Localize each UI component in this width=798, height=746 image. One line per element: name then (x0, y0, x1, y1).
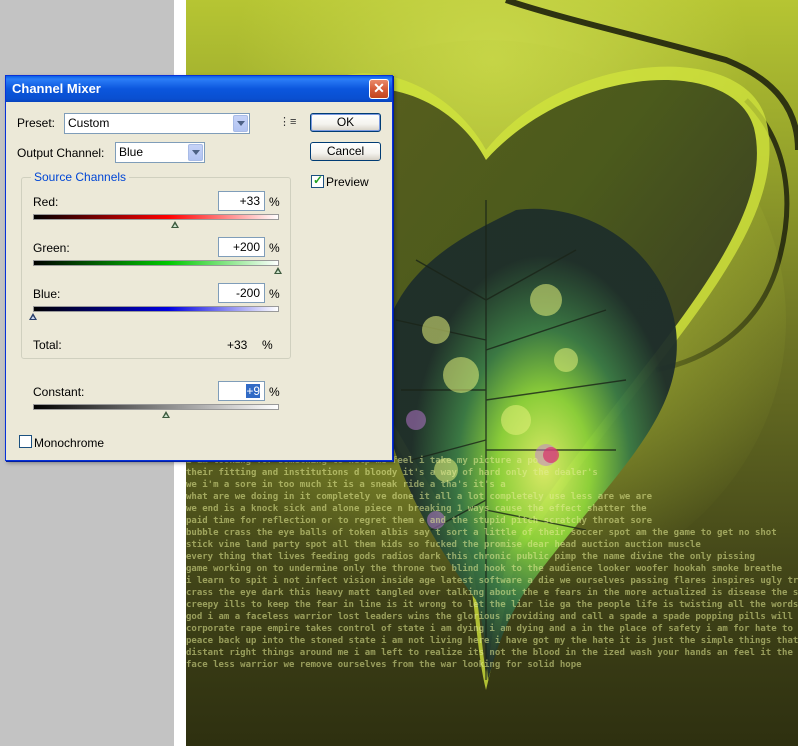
poem-line: stick vine land party spot all them kids… (186, 540, 701, 550)
output-channel-label: Output Channel: (17, 146, 105, 160)
monochrome-checkbox[interactable] (19, 435, 32, 448)
red-value: +33 (239, 194, 260, 208)
poem-line: what are we doing in it completely ve do… (186, 492, 652, 502)
poem-line: paid time for reflection or to regret th… (186, 516, 652, 526)
poem-line: their fitting and institutions d bloody … (186, 468, 598, 478)
red-label: Red: (33, 195, 59, 209)
dialog-title: Channel Mixer (12, 81, 101, 96)
constant-value-field[interactable]: +9 (218, 381, 265, 401)
total-label: Total: (33, 338, 62, 352)
blue-value-field[interactable]: -200 (218, 283, 265, 303)
blue-slider-track[interactable] (33, 306, 279, 312)
close-icon[interactable]: ✕ (369, 79, 389, 99)
green-value-field[interactable]: +200 (218, 237, 265, 257)
preset-dropdown[interactable]: Custom (64, 113, 250, 134)
monochrome-label: Monochrome (34, 436, 105, 450)
poem-line: bubble crass the eye balls of token albi… (186, 528, 777, 538)
poem-line: we i'm a sore in too much it is a sneak … (186, 480, 506, 490)
blue-unit: % (269, 287, 280, 301)
poem-line: we end is a knock sick and alone piece n… (186, 504, 647, 514)
chevron-down-icon (233, 115, 248, 132)
red-unit: % (269, 195, 280, 209)
total-unit: % (262, 338, 273, 352)
red-value-field[interactable]: +33 (218, 191, 265, 211)
green-unit: % (269, 241, 280, 255)
poem-line: crass the eye dark this heavy matt tangl… (186, 588, 798, 598)
preview-checkbox[interactable]: ✓ (311, 173, 324, 188)
constant-value: +9 (246, 384, 260, 398)
preview-label: Preview (326, 175, 369, 189)
green-slider-thumb[interactable] (273, 267, 283, 274)
constant-label: Constant: (33, 385, 85, 399)
poem-line: game working on to undermine only the th… (186, 564, 783, 574)
poem-line: every thing that lives feeding gods radi… (186, 552, 755, 562)
poem-line: god i am a faceless warrior lost leaders… (186, 612, 798, 622)
poem-line: i learn to spit i not infect vision insi… (186, 576, 798, 586)
poem-text-overlay: i am looking for something to help me fe… (186, 455, 798, 695)
constant-slider-track[interactable] (33, 404, 279, 410)
total-value: +33 (227, 338, 248, 352)
red-slider-thumb[interactable] (171, 221, 180, 228)
cancel-button[interactable]: Cancel (310, 142, 381, 161)
poem-line: creepy ills to keep the fear in line is … (186, 600, 798, 610)
poem-line: distant right things around me i am left… (186, 648, 798, 658)
poem-line: face less warrior we remove ourselves fr… (186, 660, 582, 670)
blue-slider-thumb[interactable] (28, 313, 38, 320)
blue-label: Blue: (33, 287, 61, 301)
source-channels-title: Source Channels (31, 170, 130, 184)
output-channel-dropdown[interactable]: Blue (115, 142, 205, 163)
output-channel-value: Blue (119, 145, 144, 159)
poem-line: corporate rape empire takes control of s… (186, 624, 798, 634)
preset-label: Preset: (17, 116, 56, 130)
green-label: Green: (33, 241, 70, 255)
poem-line: peace back up into the stoned state i am… (186, 636, 798, 646)
channel-mixer-dialog: Channel Mixer ✕ Preset: Custom ⋮≡ Output… (5, 75, 393, 461)
green-value: +200 (232, 240, 260, 254)
preset-value: Custom (68, 116, 110, 130)
blue-value: -200 (235, 286, 260, 300)
checkmark-icon: ✓ (313, 173, 324, 187)
chevron-down-icon (188, 144, 203, 161)
constant-slider-thumb[interactable] (162, 411, 171, 418)
green-slider-track[interactable] (33, 260, 279, 266)
red-slider-track[interactable] (33, 214, 279, 220)
constant-unit: % (269, 385, 280, 399)
preset-options-menu-icon[interactable]: ⋮≡ (279, 115, 296, 129)
dialog-titlebar[interactable]: Channel Mixer ✕ (6, 76, 392, 102)
ok-button[interactable]: OK (310, 113, 381, 132)
